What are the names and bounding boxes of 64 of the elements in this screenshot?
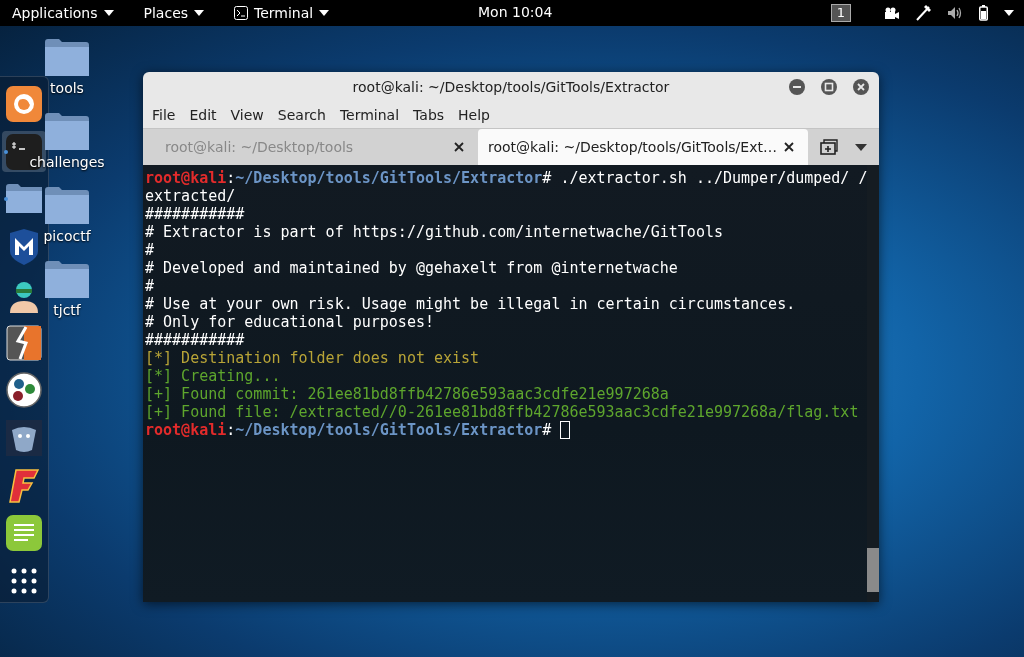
clock[interactable]: Mon 10:04 — [478, 4, 553, 20]
folder-icon[interactable] — [45, 38, 89, 76]
output-line: # — [145, 277, 155, 295]
output-line: # Only for educational purposes! — [145, 313, 434, 331]
caret-icon[interactable] — [1004, 10, 1014, 16]
folder-label[interactable]: challenges — [29, 154, 105, 170]
output-line: ########### — [145, 331, 245, 349]
output-line: # Developed and maintained by @gehaxelt from @internetwache — [145, 259, 678, 277]
output-line: # Use at your own risk. Usage might be illegal in certain circumstances. — [145, 295, 796, 313]
output-line: # — [145, 241, 155, 259]
notes-icon — [6, 515, 42, 552]
workspace-indicator[interactable]: 1 — [830, 4, 851, 22]
folder-label[interactable]: tjctf — [53, 302, 81, 318]
command-text: # ./extractor.sh ../Dumper/dumped/ / — [542, 169, 868, 187]
caret-icon[interactable] — [854, 143, 867, 151]
menu-item[interactable]: View — [223, 107, 271, 123]
caret-icon — [319, 10, 330, 16]
prompt-path: ~/Desktop/tools/GitTools/Extractor — [235, 169, 543, 187]
minimize-icon[interactable] — [789, 79, 805, 95]
scrollbar[interactable] — [867, 165, 879, 602]
output-line: ########### — [145, 205, 245, 223]
folder-label[interactable]: picoctf — [43, 228, 91, 244]
prompt-user: root@kali — [145, 421, 227, 439]
folder-icon[interactable] — [45, 186, 89, 224]
volume-icon[interactable] — [947, 6, 963, 20]
prompt-separator: : — [226, 421, 236, 439]
terminal-icon — [234, 6, 249, 20]
output-line: # Extractor is part of https://github.com/internetwache/GitTools — [145, 223, 723, 241]
menu-item[interactable]: Terminal — [332, 107, 407, 123]
menu-item[interactable]: Tabs — [406, 107, 452, 123]
three-dots-icon — [6, 372, 42, 409]
menu-item[interactable]: File — [145, 107, 183, 123]
menu-item[interactable]: Search — [270, 107, 333, 123]
menu-item[interactable]: Edit — [182, 107, 224, 123]
window-title: root@kali: ~/Desktop/tools/GitTools/Extractor — [352, 79, 670, 95]
caret-icon — [194, 10, 205, 16]
folder-icon[interactable] — [45, 260, 89, 298]
close-icon[interactable] — [784, 142, 794, 152]
command-text: # — [542, 421, 552, 439]
terminal-tab[interactable]: root@kali: ~/Desktop/tools/GitTools/Ext… — [478, 129, 808, 165]
caret-icon — [103, 10, 114, 16]
prompt-user: root@kali — [145, 169, 227, 187]
output-line: extracted/ — [145, 187, 236, 205]
browser-icon — [6, 85, 42, 122]
prompt-path: ~/Desktop/tools/GitTools/Extractor — [235, 421, 543, 439]
letter-f-icon — [6, 467, 42, 504]
top-menu[interactable]: Places — [135, 5, 213, 21]
folder-icon[interactable] — [45, 112, 89, 150]
top-menu[interactable]: Terminal — [226, 5, 338, 21]
battery-icon[interactable] — [979, 5, 988, 21]
menu-item[interactable]: Help — [451, 107, 497, 123]
prompt-separator: : — [226, 169, 236, 187]
output-line: [+] Found file: /extracted//0-261ee81bd8ffb42786e593aac3cdfe21e997268a/flag.txt — [145, 403, 859, 421]
close-icon[interactable] — [454, 142, 464, 152]
output-line: [*] Creating... — [145, 367, 281, 385]
maximize-icon[interactable] — [821, 79, 837, 95]
folder-label[interactable]: tools — [50, 80, 84, 96]
video-camera-icon[interactable] — [883, 7, 899, 19]
lightning-icon — [6, 324, 42, 361]
output-line: [+] Found commit: 261ee81bd8ffb42786e593aac3cdfe21e997268a — [145, 385, 669, 403]
new-tab-icon[interactable] — [820, 139, 839, 155]
close-icon[interactable] — [853, 79, 869, 95]
top-menu[interactable]: Applications — [4, 5, 122, 21]
output-line: [*] Destination folder does not exist — [145, 349, 480, 367]
